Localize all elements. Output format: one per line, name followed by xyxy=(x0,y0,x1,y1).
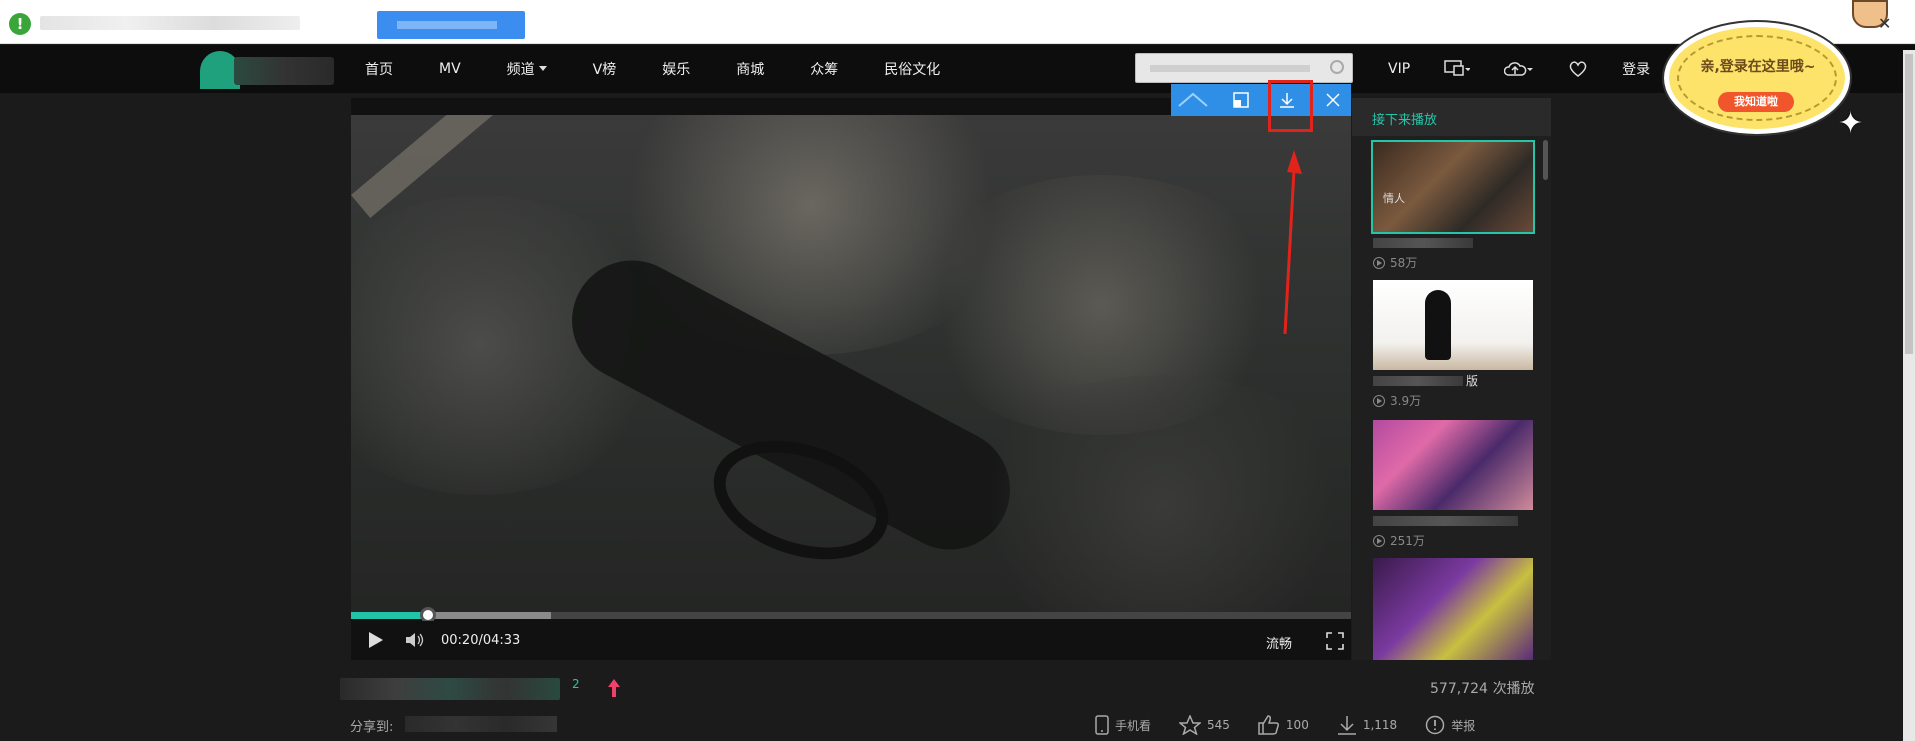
list-item-title-redacted[interactable] xyxy=(1373,516,1518,526)
login-hint-popup: 亲,登录在这里哦~ 我知道啦 ✦ xyxy=(1660,18,1863,141)
player-toolbar xyxy=(1171,84,1351,116)
close-icon[interactable] xyxy=(1325,92,1341,108)
list-item-title-redacted[interactable] xyxy=(1373,238,1473,248)
progress-bar[interactable] xyxy=(351,607,1351,623)
nav-item-mall[interactable]: 商城 xyxy=(736,59,764,79)
download-icon xyxy=(1337,716,1356,735)
favorite-button[interactable]: 545 xyxy=(1179,715,1230,735)
list-item-title-redacted[interactable] xyxy=(1373,376,1463,386)
silhouette-figure xyxy=(1425,290,1451,360)
watch-on-phone-button[interactable]: 手机看 xyxy=(1095,715,1151,735)
phone-icon xyxy=(1095,715,1109,735)
nav-menu: 首页 MV 频道 V榜 娱乐 商城 众筹 民俗文化 xyxy=(365,45,986,93)
pip-icon[interactable] xyxy=(1177,92,1211,108)
play-count-icon xyxy=(1373,256,1385,269)
url-text-redacted[interactable] xyxy=(40,16,300,30)
trending-up-icon xyxy=(608,679,620,697)
player-controls: 00:20/04:33 流畅 xyxy=(351,621,1351,660)
site-logo[interactable] xyxy=(200,51,336,89)
screen-menu[interactable] xyxy=(1444,60,1471,78)
star-icon xyxy=(1179,715,1202,735)
list-item-thumbnail[interactable]: 情人 xyxy=(1371,140,1535,234)
favorites-cloud[interactable] xyxy=(1568,60,1588,78)
download-button[interactable]: 1,118 xyxy=(1337,715,1397,735)
search-input[interactable] xyxy=(1135,53,1353,83)
sparkle-icon: ✦ xyxy=(1838,106,1864,141)
play-count-icon xyxy=(1373,394,1385,407)
nav-item-crowdfunding[interactable]: 众筹 xyxy=(810,59,838,79)
page-scrollbar[interactable] xyxy=(1903,50,1915,741)
watch-on-phone-label: 手机看 xyxy=(1115,718,1152,733)
nav-item-channels[interactable]: 频道 xyxy=(507,59,547,79)
list-item-title-suffix: 版 xyxy=(1466,374,1479,388)
login-link[interactable]: 登录 xyxy=(1622,59,1650,79)
download-count: 1,118 xyxy=(1362,718,1398,732)
share-label: 分享到: xyxy=(350,720,394,735)
video-title-redacted xyxy=(340,678,560,700)
share-icons-redacted[interactable] xyxy=(405,716,557,732)
play-count-value: 577,724 xyxy=(1430,681,1488,697)
volume-icon[interactable] xyxy=(405,632,425,648)
heart-plus-icon xyxy=(1569,61,1587,77)
redacted-button[interactable] xyxy=(377,11,525,39)
warning-icon[interactable]: ! xyxy=(9,13,31,35)
view-count-value: 251万 xyxy=(1390,534,1425,548)
time-display: 00:20/04:33 xyxy=(441,633,521,648)
nav-right-tools: VIP 登录 xyxy=(1388,45,1684,93)
nav-item-vchart[interactable]: V榜 xyxy=(593,59,617,79)
play-count-icon xyxy=(1373,534,1385,547)
play-icon[interactable] xyxy=(369,632,383,648)
browser-address-bar: ! xyxy=(0,0,1915,44)
popup-message: 亲,登录在这里哦~ xyxy=(1700,59,1816,75)
view-count: 251万 xyxy=(1373,532,1425,549)
played-bar xyxy=(351,612,428,619)
list-item-thumbnail[interactable] xyxy=(1373,420,1533,510)
mini-window-icon[interactable] xyxy=(1233,92,1249,108)
popup-dismiss-button[interactable]: 我知道啦 xyxy=(1718,92,1794,112)
view-count-value: 3.9万 xyxy=(1390,394,1422,408)
like-count: 100 xyxy=(1285,718,1309,732)
alert-circle-icon xyxy=(1425,715,1445,735)
report-button[interactable]: 举报 xyxy=(1425,715,1475,735)
annotation-arrow-icon xyxy=(1283,150,1302,335)
close-icon[interactable]: ✕ xyxy=(1878,14,1891,33)
top-navigation: 首页 MV 频道 V榜 娱乐 商城 众筹 民俗文化 VIP 登录 xyxy=(0,45,1915,93)
list-item-thumbnail[interactable] xyxy=(1373,280,1533,370)
view-count: 58万 xyxy=(1373,254,1417,271)
like-button[interactable]: 100 xyxy=(1258,715,1309,735)
thumbs-up-icon xyxy=(1258,715,1279,735)
video-frame[interactable] xyxy=(351,115,1351,612)
sidebar-scrollbar[interactable] xyxy=(1543,140,1548,180)
play-count-unit: 次播放 xyxy=(1492,681,1535,697)
popup-bubble xyxy=(1664,22,1850,134)
list-item-thumbnail[interactable] xyxy=(1373,558,1533,660)
nav-item-channels-label: 频道 xyxy=(506,62,535,78)
up-next-title: 接下来播放 xyxy=(1352,98,1551,136)
view-count: 3.9万 xyxy=(1373,392,1421,409)
monitor-icon xyxy=(1444,60,1471,76)
report-label: 举报 xyxy=(1451,718,1476,733)
search-placeholder-redacted xyxy=(1150,65,1310,72)
download-highlight-box xyxy=(1268,80,1313,132)
nav-item-home[interactable]: 首页 xyxy=(365,59,393,79)
quality-button[interactable]: 流畅 xyxy=(1266,633,1292,652)
nav-item-entertainment[interactable]: 娱乐 xyxy=(662,59,690,79)
play-count: 577,724 次播放 xyxy=(1430,678,1535,698)
badge-count: 2 xyxy=(572,677,580,691)
cloud-menu[interactable] xyxy=(1504,60,1534,78)
thumbnail-caption: 情人 xyxy=(1383,192,1405,205)
view-count-value: 58万 xyxy=(1390,256,1418,270)
favorite-count: 545 xyxy=(1207,718,1230,732)
vip-link[interactable]: VIP xyxy=(1388,61,1410,77)
video-actions: 手机看 545 100 1,118 举报 xyxy=(1095,715,1503,735)
nav-item-mv[interactable]: MV xyxy=(439,61,461,77)
nav-item-folk-culture[interactable]: 民俗文化 xyxy=(884,59,940,79)
fullscreen-icon[interactable] xyxy=(1326,632,1344,650)
cloud-upload-icon xyxy=(1504,62,1534,76)
search-icon[interactable] xyxy=(1330,60,1344,74)
chevron-down-icon xyxy=(538,66,547,75)
